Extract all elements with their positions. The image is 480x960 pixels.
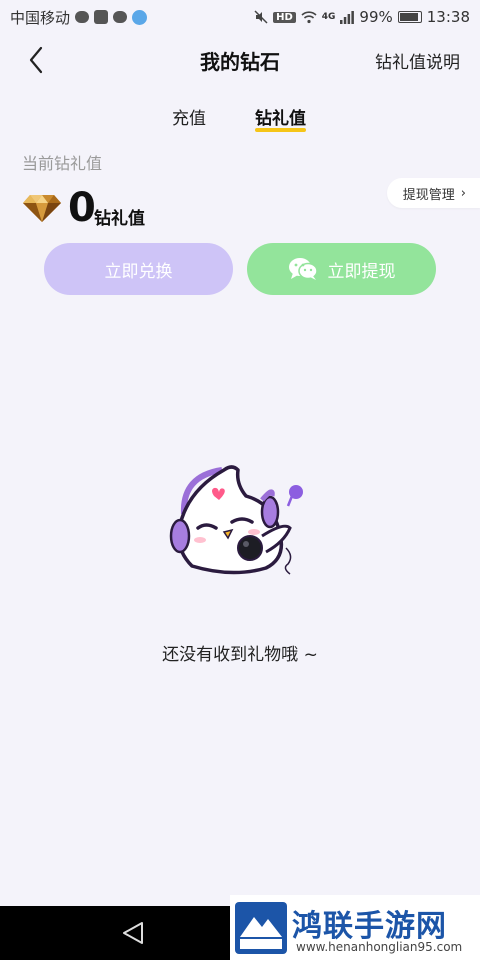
gift-value-info-link[interactable]: 钻礼值说明	[375, 48, 460, 73]
battery-icon	[397, 11, 422, 23]
tab-gift-value[interactable]: 钻礼值	[255, 104, 306, 132]
withdraw-now-button[interactable]: 立即提现	[247, 243, 436, 295]
carrier-name: 中国移动	[10, 8, 71, 27]
withdraw-management-label: 提现管理	[402, 187, 455, 203]
network-type: 4G	[321, 12, 336, 22]
exchange-now-button[interactable]: 立即兑换	[44, 243, 233, 295]
wifi-icon	[301, 10, 317, 23]
app-notification-icon	[94, 10, 109, 24]
watermark: 鸿联手游网 www.henanhonglian95.com	[230, 895, 480, 960]
gift-value-amount: 0	[68, 185, 96, 231]
current-gift-value-label: 当前钻礼值	[22, 154, 103, 173]
tab-recharge[interactable]: 充值	[172, 104, 206, 129]
watermark-logo-icon	[235, 902, 287, 954]
withdraw-now-label: 立即提现	[327, 261, 396, 282]
signal-icon	[340, 10, 355, 24]
weather-app-icon	[132, 9, 148, 25]
chevron-right-icon: ›	[460, 185, 466, 201]
diamond-icon	[23, 195, 61, 222]
mute-icon	[254, 10, 268, 24]
tab-bar: 充值 钻礼值	[0, 104, 480, 134]
watermark-url: www.henanhonglian95.com	[296, 940, 463, 954]
hd-badge: HD	[273, 11, 296, 23]
watermark-title: 鸿联手游网	[292, 909, 447, 944]
empty-state-message: 还没有收到礼物哦 ~	[162, 645, 318, 665]
status-bar: 中国移动 HD 4G 99% 13:38	[0, 0, 480, 34]
back-chevron-icon[interactable]	[22, 44, 52, 76]
withdraw-management-button[interactable]: 提现管理 ›	[386, 178, 480, 208]
gift-value-unit: 钻礼值	[94, 209, 145, 229]
clock: 13:38	[426, 8, 470, 26]
battery-percent: 99%	[359, 8, 393, 26]
exchange-now-label: 立即兑换	[104, 261, 173, 282]
mascot-illustration	[169, 465, 303, 575]
nav-bar: 我的钻石 钻礼值说明	[0, 34, 480, 86]
chat-app-icon	[75, 11, 90, 23]
system-back-icon[interactable]	[122, 921, 144, 945]
wechat-icon	[288, 258, 318, 280]
message-icon	[113, 11, 128, 23]
